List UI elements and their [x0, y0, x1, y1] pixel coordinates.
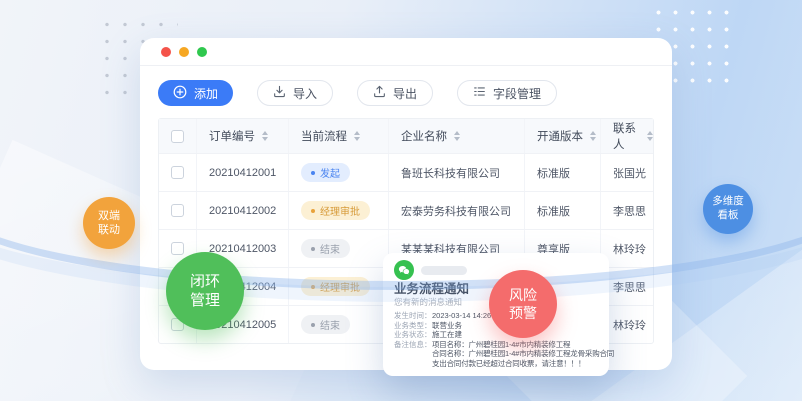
feature-badge-risk-alert: 风险 预警: [489, 270, 557, 338]
import-button-label: 导入: [293, 85, 317, 102]
version-cell: 标准版: [525, 154, 601, 191]
row-checkbox[interactable]: [171, 166, 184, 179]
table-header-version[interactable]: 开通版本: [525, 119, 601, 153]
toolbar: 添加 导入 导出 字段管理: [140, 66, 672, 118]
import-icon: [273, 85, 286, 101]
field-manage-button[interactable]: 字段管理: [457, 80, 557, 106]
add-button[interactable]: 添加: [158, 80, 233, 106]
table-header-status[interactable]: 当前流程: [289, 119, 389, 153]
status-badge: 经理审批: [301, 277, 370, 296]
export-icon: [373, 85, 386, 101]
window-titlebar: [140, 38, 672, 66]
export-button-label: 导出: [393, 85, 417, 102]
contact-cell: 李思思: [601, 192, 653, 229]
notification-remark: 备注信息： 项目名称：广州碧桂园1-4#市内精装修工程 合同名称：广州碧桂园1-…: [394, 340, 598, 369]
select-all-checkbox[interactable]: [171, 130, 184, 143]
add-button-label: 添加: [194, 85, 218, 102]
row-checkbox[interactable]: [171, 204, 184, 217]
plus-circle-icon: [173, 85, 187, 102]
sort-icon[interactable]: [262, 131, 268, 141]
traffic-light-red-icon[interactable]: [161, 47, 171, 57]
status-dot-icon: [311, 285, 315, 289]
status-badge: 结束: [301, 239, 350, 258]
list-icon: [473, 85, 486, 101]
sort-icon[interactable]: [590, 131, 596, 141]
status-dot-icon: [311, 247, 315, 251]
notification-header: [394, 258, 598, 282]
traffic-light-yellow-icon[interactable]: [179, 47, 189, 57]
feature-badge-dual-link: 双端 联动: [83, 197, 135, 249]
company-cell: 宏泰劳务科技有限公司: [389, 192, 525, 229]
status-dot-icon: [311, 323, 315, 327]
table-header-company[interactable]: 企业名称: [389, 119, 525, 153]
sort-icon[interactable]: [354, 131, 360, 141]
notification-field: 业务状态： 施工在建: [394, 330, 598, 340]
status-badge: 经理审批: [301, 201, 370, 220]
table-header-order-no[interactable]: 订单编号: [197, 119, 289, 153]
contact-cell: 张国光: [601, 154, 653, 191]
export-button[interactable]: 导出: [357, 80, 433, 106]
wechat-icon: [394, 260, 414, 280]
version-cell: 标准版: [525, 192, 601, 229]
sort-icon[interactable]: [647, 131, 653, 141]
status-dot-icon: [311, 171, 315, 175]
status-badge: 发起: [301, 163, 350, 182]
status-dot-icon: [311, 209, 315, 213]
field-manage-button-label: 字段管理: [493, 85, 541, 102]
import-button[interactable]: 导入: [257, 80, 333, 106]
table-row[interactable]: 20210412002 经理审批 宏泰劳务科技有限公司 标准版 李思思: [159, 191, 653, 229]
row-checkbox[interactable]: [171, 242, 184, 255]
traffic-light-green-icon[interactable]: [197, 47, 207, 57]
table-header-row: 订单编号 当前流程 企业名称 开通版本 联系人: [159, 119, 653, 153]
sender-placeholder: [421, 266, 467, 275]
order-no-cell: 20210412002: [197, 192, 289, 229]
hero-banner: 添加 导入 导出 字段管理 订单编号 当前流程 企业名称 开通版本: [0, 0, 802, 401]
company-cell: 鲁班长科技有限公司: [389, 154, 525, 191]
feature-badge-closed-loop: 闭环 管理: [166, 252, 244, 330]
table-row[interactable]: 20210412001 发起 鲁班长科技有限公司 标准版 张国光: [159, 153, 653, 191]
table-header-contact[interactable]: 联系人: [601, 119, 653, 153]
order-no-cell: 20210412001: [197, 154, 289, 191]
sort-icon[interactable]: [454, 131, 460, 141]
status-badge: 结束: [301, 315, 350, 334]
feature-badge-dashboard: 多维度 看板: [703, 184, 753, 234]
